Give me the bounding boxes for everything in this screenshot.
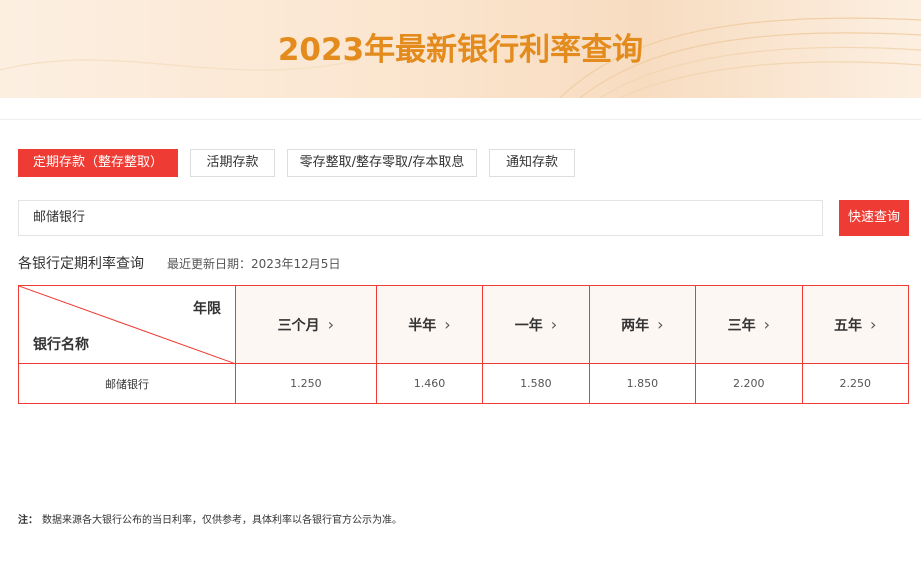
term-header-6m[interactable]: 半年 › xyxy=(375,285,484,364)
tab-installment-deposit[interactable]: 零存整取/整存零取/存本取息 xyxy=(287,149,477,177)
rate-cell: 1.850 xyxy=(588,363,697,404)
term-label: 一年 xyxy=(514,317,543,334)
rate-cell: 2.250 xyxy=(801,363,910,404)
tab-fixed-deposit[interactable]: 定期存款（整存整取） xyxy=(18,149,178,177)
chevron-right-icon: › xyxy=(870,314,877,334)
corner-label-term: 年限 xyxy=(193,301,221,317)
table-row: 邮储银行 1.250 1.460 1.580 1.850 2.200 2.250 xyxy=(18,363,910,404)
term-label: 两年 xyxy=(621,317,650,334)
quick-search-button[interactable]: 快速查询 xyxy=(839,200,909,236)
rate-cell: 1.460 xyxy=(375,363,484,404)
rate-cell: 2.200 xyxy=(695,363,803,404)
term-header-3m[interactable]: 三个月 › xyxy=(235,285,377,364)
chevron-right-icon: › xyxy=(763,314,770,334)
footnote: 注： 数据来源各大银行公布的当日利率，仅供参考，具体利率以各银行官方公示为准。 xyxy=(18,511,402,526)
header-divider xyxy=(0,119,921,120)
tab-notice-deposit[interactable]: 通知存款 xyxy=(489,149,575,177)
header-banner: 2023年最新银行利率查询 xyxy=(0,0,921,98)
section-title: 各银行定期利率查询 xyxy=(18,256,144,272)
update-date: 最近更新日期：2023年12月5日 xyxy=(167,257,341,271)
table-header-row: 年限 银行名称 三个月 › 半年 › 一年 › 两年 › 三年 › 五年 › xyxy=(18,285,910,364)
chevron-right-icon: › xyxy=(444,314,451,334)
rate-cell: 1.580 xyxy=(482,363,590,404)
chevron-right-icon: › xyxy=(550,314,558,334)
term-label: 五年 xyxy=(834,317,863,334)
term-header-1y[interactable]: 一年 › xyxy=(482,285,590,364)
term-header-2y[interactable]: 两年 › xyxy=(588,285,697,364)
tab-demand-deposit[interactable]: 活期存款 xyxy=(190,149,275,177)
chevron-right-icon: › xyxy=(327,314,335,334)
footnote-text: 数据来源各大银行公布的当日利率，仅供参考，具体利率以各银行官方公示为准。 xyxy=(42,515,402,526)
term-label: 三个月 xyxy=(277,317,320,334)
term-label: 三年 xyxy=(727,317,756,334)
bank-name-cell: 邮储银行 xyxy=(18,363,236,404)
corner-label-bank: 银行名称 xyxy=(33,337,89,353)
term-header-3y[interactable]: 三年 › xyxy=(695,285,803,364)
footnote-label: 注： xyxy=(18,515,38,526)
table-corner-cell: 年限 银行名称 xyxy=(18,285,236,364)
term-label: 半年 xyxy=(408,317,437,334)
chevron-right-icon: › xyxy=(657,314,664,334)
bank-search-input[interactable]: 邮储银行 xyxy=(18,200,823,236)
term-header-5y[interactable]: 五年 › xyxy=(801,285,910,364)
rate-cell: 1.250 xyxy=(235,363,377,404)
page-title: 2023年最新银行利率查询 xyxy=(277,32,644,68)
rate-table: 年限 银行名称 三个月 › 半年 › 一年 › 两年 › 三年 › 五年 › 邮储银行 1.… xyxy=(18,285,910,404)
